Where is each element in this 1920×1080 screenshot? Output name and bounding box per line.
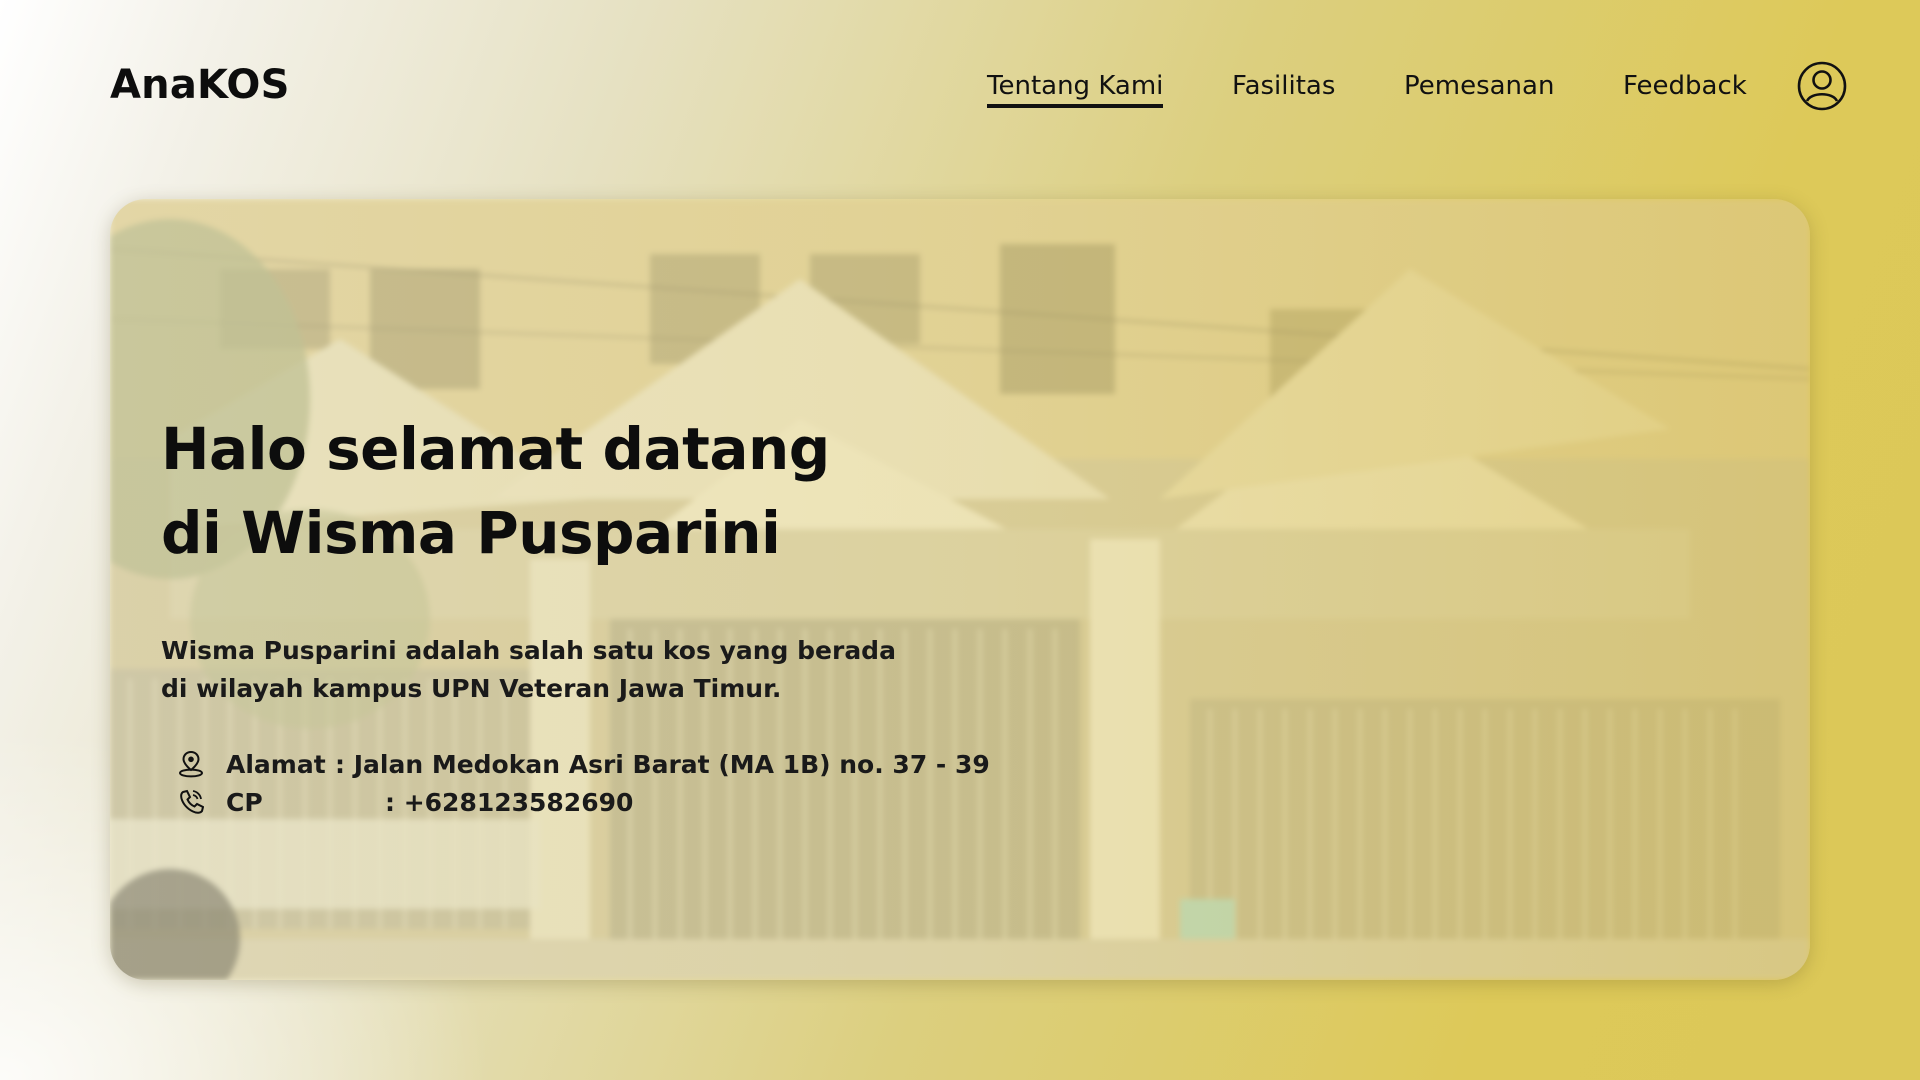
address-label: Alamat [226,750,326,779]
hero-heading-line-1: Halo selamat datang [161,415,830,483]
hero-card: Halo selamat datang di Wisma Pusparini W… [110,199,1810,980]
contact-value: : +628123582690 [385,788,634,817]
contact-label: CP [226,788,263,817]
nav-pemesanan[interactable]: Pemesanan [1404,66,1554,106]
nav-fasilitas[interactable]: Fasilitas [1232,66,1335,106]
hero-heading-line-2: di Wisma Pusparini [161,499,781,567]
user-circle-icon [1797,61,1847,111]
nav-feedback[interactable]: Feedback [1623,66,1747,106]
hero-heading: Halo selamat datang di Wisma Pusparini [161,407,1061,575]
main-nav: Tentang Kami Fasilitas Pemesanan Feedbac… [0,66,1920,108]
location-pin-icon [178,750,204,778]
hero-description: Wisma Pusparini adalah salah satu kos ya… [161,636,896,703]
address-value: : Jalan Medokan Asri Barat (MA 1B) no. 3… [335,750,990,779]
top-navbar: AnaKOS Tentang Kami Fasilitas Pemesanan … [0,0,1920,172]
profile-button[interactable] [1797,61,1847,111]
nav-tentang-kami[interactable]: Tentang Kami [987,66,1164,108]
hero-yellow-overlay [110,199,1810,980]
phone-icon [178,788,204,816]
